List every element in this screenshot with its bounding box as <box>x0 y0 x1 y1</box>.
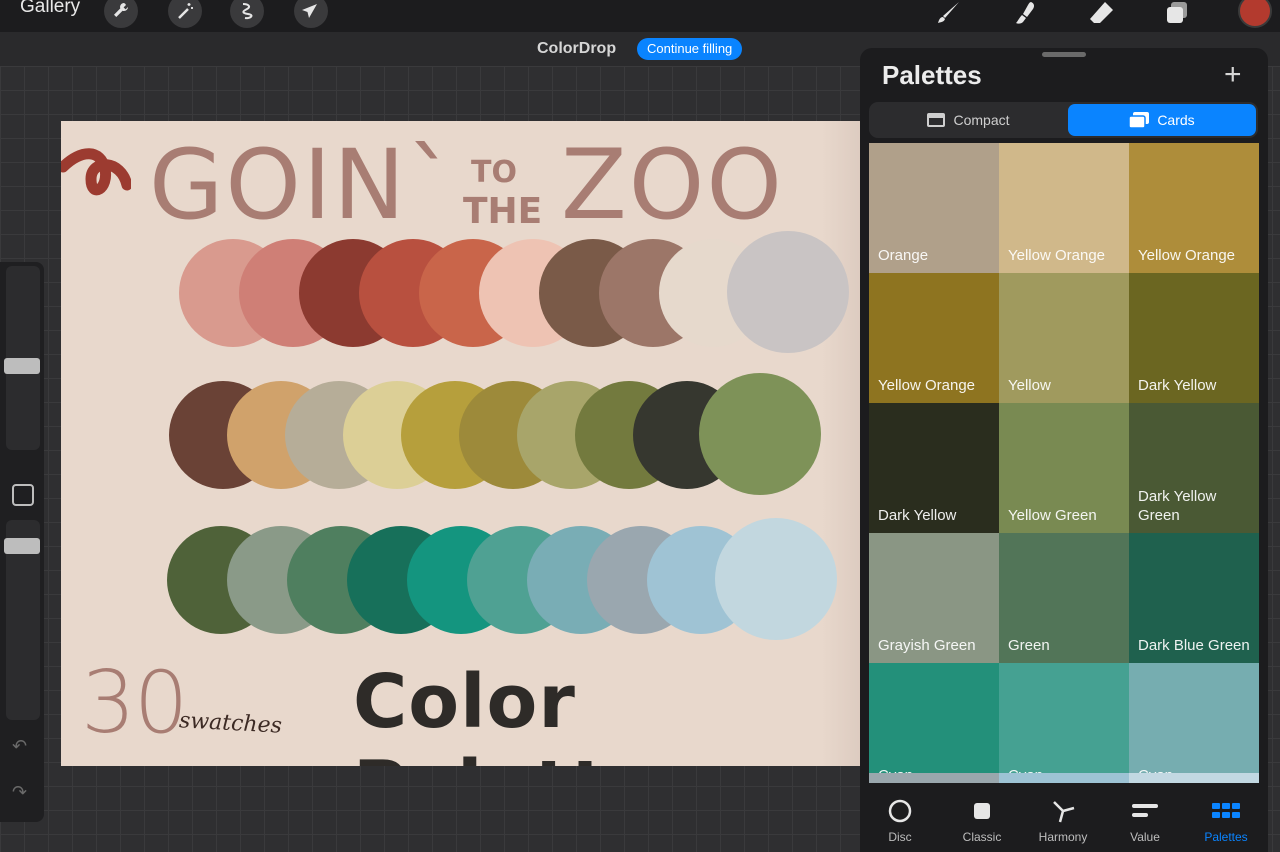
undo-icon[interactable]: ↶ <box>12 736 27 757</box>
palette-card-label: Yellow Orange <box>1138 247 1236 264</box>
palettes-panel: Palettes + Compact Cards Orange Yellow Or… <box>860 48 1268 852</box>
magic-wand-icon[interactable] <box>168 0 202 28</box>
tab-harmony-label: Harmony <box>1038 830 1088 844</box>
left-sidebar: ↶ ↷ <box>0 262 44 822</box>
palettes-grid-icon <box>1212 803 1240 818</box>
swatch-count-label: swatches <box>178 708 283 739</box>
compact-icon <box>927 113 946 127</box>
palette-card-label: Dark Yellow <box>878 507 957 524</box>
title-goin: GOIN` <box>149 129 458 241</box>
palette-card[interactable]: Green <box>999 533 1129 663</box>
title-to: TO <box>471 155 517 190</box>
palette-card[interactable]: Yellow Orange <box>869 273 999 403</box>
palette-card[interactable]: Yellow Orange <box>1129 143 1259 273</box>
opacity-slider[interactable] <box>4 520 40 720</box>
tab-palettes-label: Palettes <box>1204 830 1248 844</box>
palette-card[interactable]: Dark Yellow <box>869 403 999 533</box>
tab-value-label: Value <box>1130 830 1160 844</box>
cards-icon <box>1129 112 1150 128</box>
palette-card-label: Dark Blue Green <box>1138 637 1250 654</box>
palette-card-label: Dark Yellow Green <box>1138 488 1217 524</box>
tab-value[interactable]: Value <box>1105 786 1185 852</box>
palette-card-grid: Orange Yellow Orange Yellow Orange Yellow O… <box>869 143 1259 783</box>
tab-harmony[interactable]: Harmony <box>1023 786 1103 852</box>
brush-icon[interactable] <box>932 0 966 30</box>
squiggle-decoration <box>61 148 131 196</box>
title-the: THE <box>463 191 543 232</box>
compact-tab-label: Compact <box>953 112 1010 128</box>
cards-tab-label: Cards <box>1157 112 1195 128</box>
disc-icon <box>888 799 912 823</box>
palette-card-label: Yellow Orange <box>878 377 976 394</box>
classic-square-icon <box>974 803 990 819</box>
tab-disc-label: Disc <box>888 830 912 844</box>
opacity-thumb[interactable] <box>4 538 40 554</box>
brush-size-thumb[interactable] <box>4 358 40 374</box>
palette-card-label: Orange <box>878 247 929 264</box>
smudge-icon[interactable] <box>1008 0 1042 30</box>
gallery-button[interactable]: Gallery <box>20 0 80 18</box>
add-palette-button[interactable]: + <box>1224 58 1242 92</box>
wrench-icon[interactable] <box>104 0 138 28</box>
top-toolbar: Gallery <box>0 0 1280 32</box>
palette-card[interactable]: Dark Blue Green <box>1129 533 1259 663</box>
palette-card-partial[interactable] <box>1129 773 1259 783</box>
palette-card[interactable]: Cyan <box>999 663 1129 783</box>
palette-card-partial[interactable] <box>869 773 999 783</box>
palette-card[interactable]: Yellow Orange <box>999 143 1129 273</box>
tab-classic[interactable]: Classic <box>942 786 1022 852</box>
palette-card[interactable]: Cyan <box>869 663 999 783</box>
palette-card-label: Yellow <box>1008 377 1051 394</box>
palette-card-label: Yellow Orange <box>1008 247 1106 264</box>
palette-card[interactable]: Yellow <box>999 273 1129 403</box>
tab-palettes[interactable]: Palettes <box>1186 786 1266 852</box>
palette-card[interactable]: Orange <box>869 143 999 273</box>
colordrop-label: ColorDrop <box>537 40 617 57</box>
current-color-swatch[interactable] <box>1238 0 1272 28</box>
tab-classic-label: Classic <box>962 830 1002 844</box>
panel-grabber[interactable] <box>1042 52 1086 57</box>
artwork-swatch <box>699 373 821 495</box>
palette-card[interactable]: Yellow Green <box>999 403 1129 533</box>
color-palette-subtitle: Color Palette <box>353 659 658 766</box>
palette-card[interactable]: Cyan <box>1129 663 1259 783</box>
title-zoo: ZOO <box>561 129 784 241</box>
brush-size-slider[interactable] <box>4 266 40 450</box>
cards-tab[interactable]: Cards <box>1068 104 1256 136</box>
redo-icon[interactable]: ↷ <box>12 782 27 803</box>
swatch-count: 30 <box>81 653 188 753</box>
value-sliders-icon <box>1132 804 1158 817</box>
palette-card-partial[interactable] <box>999 773 1129 783</box>
palette-card-label: Grayish Green <box>878 637 976 654</box>
eraser-icon[interactable] <box>1084 0 1118 30</box>
view-segmented-control: Compact Cards <box>869 102 1258 138</box>
color-mode-tabbar: Disc Classic Harmony Value Palettes <box>860 786 1268 852</box>
palette-card[interactable]: Dark Yellow <box>1129 273 1259 403</box>
compact-tab[interactable]: Compact <box>871 104 1066 136</box>
palette-card-label: Dark Yellow <box>1138 377 1217 394</box>
layers-icon[interactable] <box>1160 0 1194 30</box>
transform-arrow-icon[interactable] <box>294 0 328 28</box>
palette-card-label: Green <box>1008 637 1050 654</box>
artwork-canvas[interactable]: GOIN` TO THE ZOO 30 swatches Color Palet… <box>61 121 861 766</box>
selection-icon[interactable] <box>230 0 264 28</box>
artwork-swatch <box>715 518 837 640</box>
harmony-icon <box>1053 801 1075 823</box>
artwork-swatch <box>727 231 849 353</box>
tab-disc[interactable]: Disc <box>860 786 940 852</box>
continue-filling-button[interactable]: Continue filling <box>637 38 743 60</box>
modify-button[interactable] <box>12 484 34 506</box>
palette-card-label: Yellow Green <box>1008 507 1097 524</box>
palette-card[interactable]: Grayish Green <box>869 533 999 663</box>
palette-card[interactable]: Dark Yellow Green <box>1129 403 1259 533</box>
panel-title: Palettes <box>882 60 982 90</box>
